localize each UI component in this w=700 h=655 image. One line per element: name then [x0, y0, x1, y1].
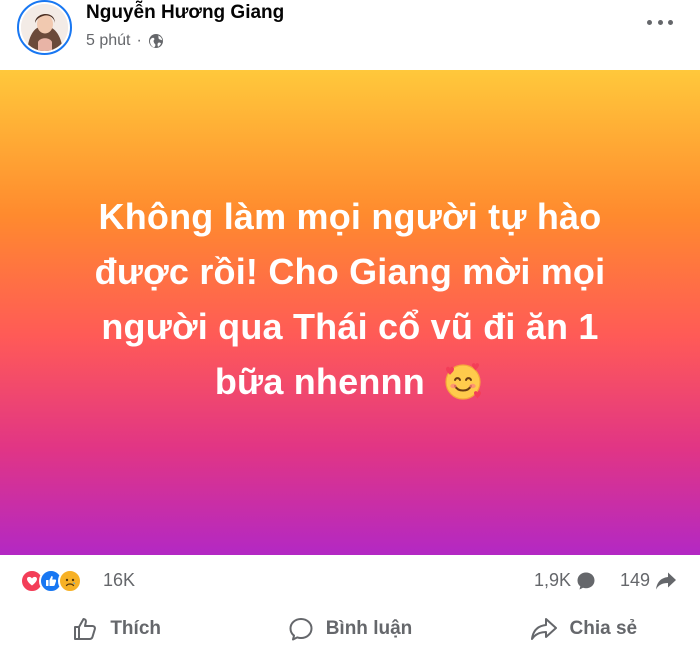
share-count[interactable]: 149: [620, 570, 677, 591]
more-dot: [668, 19, 673, 25]
post-time[interactable]: 5 phút: [86, 32, 130, 50]
post-meta: 5 phút ·: [86, 32, 164, 50]
like-button[interactable]: Thích: [0, 605, 233, 653]
more-dot: [647, 19, 652, 25]
share-button[interactable]: Chia sẻ: [467, 605, 700, 653]
post-text-line: người qua Thái cổ vũ đi ăn 1: [101, 305, 599, 347]
comment-button[interactable]: Bình luận: [233, 605, 466, 653]
smiling-face-with-hearts-icon: [445, 363, 482, 400]
avatar-image: [21, 4, 68, 51]
comment-label: Bình luận: [325, 618, 413, 639]
author-name[interactable]: Nguyễn Hương Giang: [86, 2, 284, 24]
globe-icon[interactable]: [148, 33, 164, 49]
post-header: Nguyễn Hương Giang 5 phút ·: [0, 0, 700, 70]
reaction-count[interactable]: 16K: [103, 570, 135, 591]
action-bar: Thích Bình luận Chia sẻ: [0, 605, 700, 653]
reaction-icons[interactable]: [20, 569, 82, 593]
post-text-line: Không làm mọi người tự hào: [98, 195, 602, 237]
share-count-value: 149: [620, 570, 651, 590]
post-content[interactable]: Không làm mọi người tự hào được rồi! Cho…: [0, 70, 700, 555]
comment-icon: [289, 618, 313, 641]
more-dot: [657, 19, 663, 25]
comment-bubble-icon: [577, 572, 595, 589]
more-options-button[interactable]: [647, 12, 673, 32]
reactions-bar: 16K 1,9K 149: [0, 555, 700, 605]
share-icon: [530, 618, 557, 640]
like-label: Thích: [110, 618, 161, 639]
sad-icon: [58, 569, 82, 593]
meta-separator: ·: [136, 32, 142, 49]
post-text-line: bữa nhennn: [214, 360, 425, 402]
thumbs-up-icon: [74, 618, 97, 640]
comment-count-value: 1,9K: [534, 570, 572, 590]
share-label: Chia sẻ: [569, 618, 638, 639]
post-text: Không làm mọi người tự hào được rồi! Cho…: [55, 189, 645, 409]
post-text-line: được rồi! Cho Giang mời mọi: [94, 250, 606, 292]
comment-count[interactable]: 1,9K: [534, 570, 596, 591]
avatar[interactable]: [17, 0, 72, 55]
share-arrow-icon: [656, 572, 677, 589]
post-text-line-last: bữa nhennn: [55, 354, 645, 409]
